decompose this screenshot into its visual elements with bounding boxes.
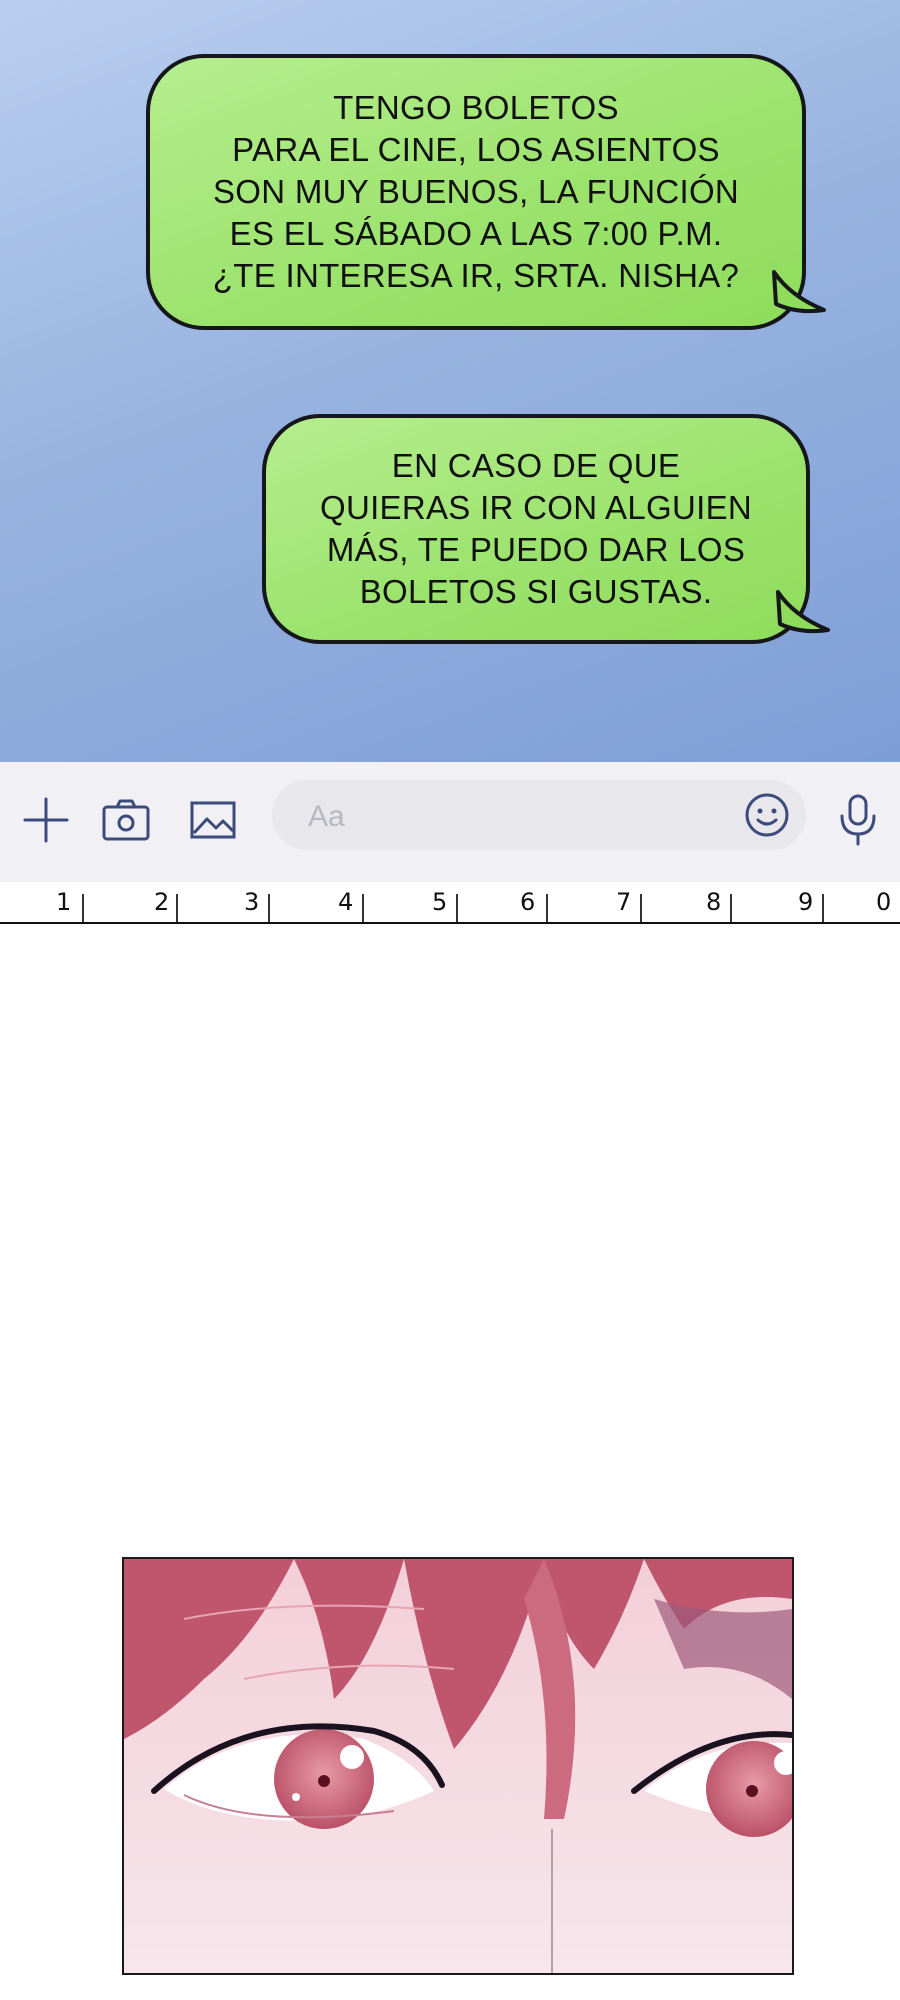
- ruler-number: 5: [432, 888, 448, 916]
- ruler-tick: [730, 894, 732, 922]
- ruler-number: 4: [338, 888, 354, 916]
- message-line: EN CASO DE QUE: [391, 447, 681, 484]
- microphone-icon[interactable]: [830, 792, 886, 848]
- comic-panel-eyes: [122, 1557, 794, 1975]
- bubble-tail: [776, 590, 830, 634]
- ruler-strip: 1 2 3 4 5 6 7 8 9 0: [0, 882, 900, 924]
- message-line: SON MUY BUENOS, LA FUNCIÓN: [212, 173, 740, 210]
- message-line: MÁS, TE PUEDO DAR LOS: [326, 531, 746, 568]
- ruler-number: 8: [706, 888, 722, 916]
- ruler-number: 7: [616, 888, 632, 916]
- message-line: TENGO BOLETOS: [333, 89, 619, 126]
- ruler-tick: [822, 894, 824, 922]
- message-line: ES EL SÁBADO A LAS 7:00 P.M.: [229, 215, 723, 252]
- message-line: PARA EL CINE, LOS ASIENTOS: [232, 131, 720, 168]
- ruler-number: 0: [876, 888, 892, 916]
- ruler-tick: [546, 894, 548, 922]
- ruler-tick: [456, 894, 458, 922]
- plus-icon[interactable]: [18, 792, 74, 848]
- ruler-number: 6: [520, 888, 536, 916]
- message-input-placeholder: Aa: [308, 800, 345, 833]
- message-line: ¿TE INTERESA IR, SRTA. NISHA?: [212, 257, 740, 294]
- ruler-tick: [640, 894, 642, 922]
- eyes-illustration: [124, 1559, 792, 1973]
- message-line: BOLETOS SI GUSTAS.: [359, 573, 713, 610]
- image-icon[interactable]: [185, 792, 241, 848]
- ruler-number: 9: [798, 888, 814, 916]
- ruler-tick: [362, 894, 364, 922]
- bubble-tail: [772, 270, 826, 314]
- emoji-icon[interactable]: [742, 790, 792, 840]
- ruler-number: 2: [154, 888, 170, 916]
- message-line: QUIERAS IR CON ALGUIEN: [319, 489, 753, 526]
- ruler-number: 3: [244, 888, 260, 916]
- ruler-number: 1: [56, 888, 72, 916]
- camera-icon[interactable]: [98, 792, 154, 848]
- ruler-tick: [268, 894, 270, 922]
- message-input[interactable]: Aa: [272, 780, 806, 850]
- message-bubble: EN CASO DE QUE QUIERAS IR CON ALGUIEN MÁ…: [262, 414, 810, 644]
- ruler-tick: [82, 894, 84, 922]
- message-bubble: TENGO BOLETOS PARA EL CINE, LOS ASIENTOS…: [146, 54, 806, 330]
- ruler-tick: [176, 894, 178, 922]
